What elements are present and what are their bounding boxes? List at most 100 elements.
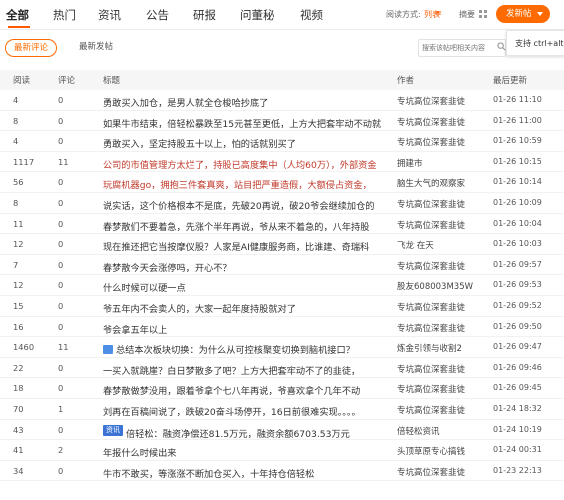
author-link[interactable]: 专坑高位深套韭徒 xyxy=(397,95,493,107)
last-updated-time: 01-26 09:57 xyxy=(493,259,542,269)
post-title-link[interactable]: 刘再在百稿间说了，跌破20奋斗场停开，16日前很难实现。。。。 xyxy=(103,404,388,418)
tab-announcement[interactable]: 公告 xyxy=(146,7,169,23)
author-link[interactable]: 专坑高位深套韭徒 xyxy=(397,466,493,478)
post-title-link[interactable]: 如果牛市结束，倍轻松暴跌至15元甚至更低，上方大把套牢动不动就 xyxy=(103,116,388,130)
new-post-label: 发新帖 xyxy=(506,9,532,19)
post-title-link[interactable]: 勇敢买入，坚定持股五十以上，怕的话就别买了 xyxy=(103,136,388,150)
post-title-link[interactable]: 说实话，这个价格根本不是底，先破20再说，破20爷会继续加仓的 xyxy=(103,198,388,212)
list-mode-icon: ≡ xyxy=(436,9,442,17)
post-title-link[interactable]: 勇敢买入加仓，是男人就全仓梭哈抄底了 xyxy=(103,95,388,109)
tab-news[interactable]: 资讯 xyxy=(98,7,121,23)
author-link[interactable]: 拥建市 xyxy=(397,157,493,169)
table-row: 56 0 玩腐机器go，拥抱三件套真爽，站目把严重造假，大额侵占资金， 脑生大气的观察… xyxy=(0,172,564,193)
author-link[interactable]: 专坑高位深套韭徒 xyxy=(397,136,493,148)
tab-ask-secretary[interactable]: 问董秘 xyxy=(240,7,275,23)
read-count: 1117 xyxy=(13,156,35,167)
author-link[interactable]: 倍轻松资讯 xyxy=(397,425,493,437)
author-link[interactable]: 炼金引领与收割2 xyxy=(397,342,493,354)
post-title-text: 倍轻松：融资净偿还81.5万元，融资余额6703.53万元 xyxy=(126,428,350,440)
post-title-text: 爷五年内不会卖人的，大家一起年度持股就对了 xyxy=(103,303,296,315)
post-title-link[interactable]: 春梦散们不要着急，先涨个半年再说，爷从来不着急的，八年持股 xyxy=(103,219,388,233)
header-read: 阅读 xyxy=(13,76,31,86)
post-title-link[interactable]: 什么时候可以硬一点 xyxy=(103,280,388,294)
table-row: 4 0 勇敢买入，坚定持股五十以上，怕的话就别买了 专坑高位深套韭徒 01-26 10:… xyxy=(0,131,564,152)
last-updated-time: 01-26 09:52 xyxy=(493,300,542,310)
post-title-link[interactable]: 总结本次板块切换：为什么从可控核聚变切换到脑机接口？ xyxy=(103,342,388,356)
last-updated-time: 01-24 18:32 xyxy=(493,403,542,413)
tab-all[interactable]: 全部 xyxy=(6,7,29,23)
read-count: 18 xyxy=(13,383,24,394)
search-shortcut-tooltip: 支持 ctrl+alt+ xyxy=(506,30,564,56)
author-link[interactable]: 专坑高位深套韭徒 xyxy=(397,219,493,231)
author-link[interactable]: 专坑高位深套韭徒 xyxy=(397,198,493,210)
last-updated-time: 01-24 00:31 xyxy=(493,445,542,455)
comment-count: 0 xyxy=(58,95,64,105)
search-input[interactable] xyxy=(422,41,494,55)
last-updated-time: 01-26 10:59 xyxy=(493,136,542,146)
post-title-link[interactable]: 资讯 倍轻松：融资净偿还81.5万元，融资余额6703.53万元 xyxy=(103,424,388,440)
table-row: 70 1 刘再在百稿间说了，跌破20奋斗场停开，16日前很难实现。。。。 专坑高位深套… xyxy=(0,399,564,420)
author-link[interactable]: 专坑高位深套韭徒 xyxy=(397,116,493,128)
table-row: 16 0 爷会拿五年以上 专坑高位深套韭徒 01-26 09:50 xyxy=(0,317,564,338)
table-row: 8 0 如果牛市结束，倍轻松暴跌至15元甚至更低，上方大把套牢动不动就 专坑高位深套韭… xyxy=(0,111,564,132)
summary-mode-icon[interactable] xyxy=(479,10,488,18)
read-count: 1460 xyxy=(13,342,35,353)
post-title-text: 公司的市值管理方太烂了，持股已高度集中（人均60万），外部资金 xyxy=(103,159,377,171)
post-title-text: 说实话，这个价格根本不是底，先破20再说，破20爷会继续加仓的 xyxy=(103,200,375,212)
post-title-text: 如果牛市结束，倍轻松暴跌至15元甚至更低，上方大把套牢动不动就 xyxy=(103,118,382,130)
author-link[interactable]: 专坑高位深套韭徒 xyxy=(397,383,493,395)
new-post-button[interactable]: 发新帖 xyxy=(496,5,550,23)
comment-count: 2 xyxy=(58,445,64,456)
author-link[interactable]: 专坑高位深套韭徒 xyxy=(397,322,493,334)
post-title-text: 春梦散今天会涨停吗，开心不？ xyxy=(103,262,232,274)
post-title-link[interactable]: 年报什么时候出来 xyxy=(103,445,388,459)
sort-latest-post-button[interactable]: 最新发帖 xyxy=(72,39,120,57)
last-updated-time: 01-26 09:47 xyxy=(493,342,542,352)
post-title-link[interactable]: 玩腐机器go，拥抱三件套真爽，站目把严重造假，大额侵占资金， xyxy=(103,177,388,191)
table-row: 12 0 现在推还把它当按摩仪股？人家是AI健康服务商，比谁建、奇瑞科 飞龙 在天 01… xyxy=(0,234,564,255)
author-link[interactable]: 脑生大气的观察家 xyxy=(397,177,493,189)
tab-research[interactable]: 研报 xyxy=(193,7,216,23)
post-title-text: 什么时候可以硬一点 xyxy=(103,283,186,295)
read-count: 43 xyxy=(13,424,24,435)
read-count: 12 xyxy=(13,239,24,250)
last-updated-time: 01-26 10:14 xyxy=(493,177,542,187)
post-title-link[interactable]: 公司的市值管理方太烂了，持股已高度集中（人均60万），外部资金 xyxy=(103,157,388,171)
read-count: 7 xyxy=(13,259,19,270)
post-title-text: 牛市不敢买，等涨涨不断加仓买入，十年持仓倍轻松 xyxy=(103,468,315,480)
post-title-link[interactable]: 牛市不敢买，等涨涨不断加仓买入，十年持仓倍轻松 xyxy=(103,466,388,480)
author-link[interactable]: 头顶草原专心搞钱 xyxy=(397,445,493,457)
last-updated-time: 01-26 10:09 xyxy=(493,197,542,207)
table-row: 41 2 年报什么时候出来 头顶草原专心搞钱 01-24 00:31 xyxy=(0,440,564,461)
tab-video[interactable]: 视频 xyxy=(300,7,323,23)
header-author: 作者 xyxy=(397,76,415,86)
comment-count: 0 xyxy=(58,218,64,229)
comment-count: 0 xyxy=(58,197,64,208)
author-link[interactable]: 专坑高位深套韭徒 xyxy=(397,260,493,272)
post-title-link[interactable]: 爷会拿五年以上 xyxy=(103,322,388,336)
header-title: 标题 xyxy=(103,76,121,86)
author-link[interactable]: 股友608003M35W xyxy=(397,280,493,292)
last-updated-time: 01-24 10:19 xyxy=(493,424,542,434)
read-count: 4 xyxy=(13,136,19,147)
post-title-link[interactable]: 春梦散今天会涨停吗，开心不？ xyxy=(103,260,388,274)
author-link[interactable]: 专坑高位深套韭徒 xyxy=(397,301,493,313)
post-title-text: 一买入就跳崖？白日梦散多了吧？上方大把套牢动不了的韭徒， xyxy=(103,365,361,377)
author-link[interactable]: 专坑高位深套韭徒 xyxy=(397,363,493,375)
author-link[interactable]: 专坑高位深套韭徒 xyxy=(397,404,493,416)
post-title-text: 爷会拿五年以上 xyxy=(103,324,168,336)
last-updated-time: 01-26 10:03 xyxy=(493,239,542,249)
comment-count: 0 xyxy=(58,177,64,188)
post-title-text: 刘再在百稿间说了，跌破20奋斗场停开，16日前很难实现。。。。 xyxy=(103,406,361,418)
post-title-link[interactable]: 爷五年内不会卖人的，大家一起年度持股就对了 xyxy=(103,301,388,315)
post-title-text: 勇敢买入，坚定持股五十以上，怕的话就别买了 xyxy=(103,139,296,151)
sort-latest-reply-button[interactable]: 最新评论 xyxy=(5,39,57,57)
read-count: 15 xyxy=(13,300,24,311)
mode-summary-button[interactable]: 摘要 xyxy=(459,9,475,20)
tab-hot[interactable]: 热门 xyxy=(53,7,76,23)
post-title-link[interactable]: 春梦散做梦没用，跟着爷拿个七八年再说，爷喜欢拿个几年不动 xyxy=(103,383,388,397)
post-title-link[interactable]: 一买入就跳崖？白日梦散多了吧？上方大把套牢动不了的韭徒， xyxy=(103,363,388,377)
post-title-link[interactable]: 现在推还把它当按摩仪股？人家是AI健康服务商，比谁建、奇瑞科 xyxy=(103,239,388,253)
search-icon[interactable] xyxy=(497,42,506,51)
author-link[interactable]: 飞龙 在天 xyxy=(397,239,493,251)
